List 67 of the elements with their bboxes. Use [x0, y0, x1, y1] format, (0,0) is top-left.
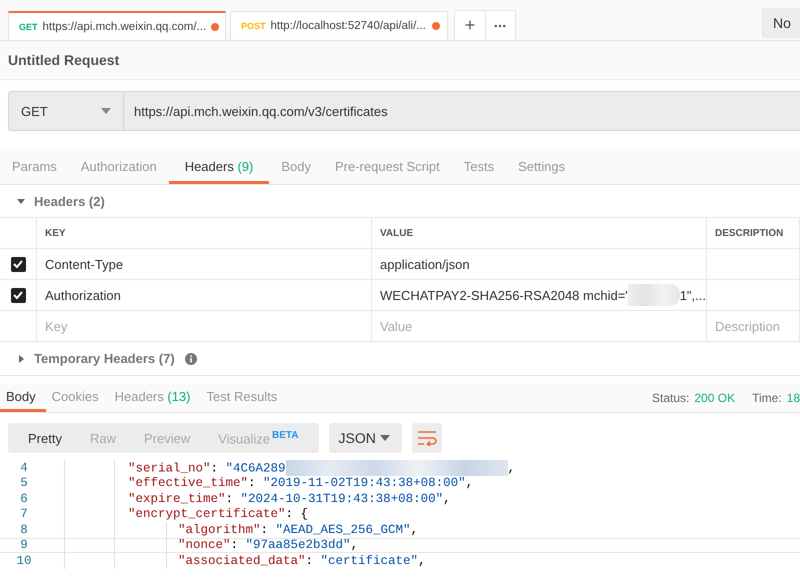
- view-mode-button[interactable]: Visualize$^{BETA}$: [204, 423, 313, 453]
- table-cell: WECHATPAY2-SHA256-RSA2048 mchid=': [380, 288, 628, 302]
- description-input[interactable]: Description: [715, 318, 799, 334]
- column-header: DESCRIPTION: [707, 218, 800, 248]
- table-cell: Authorization: [45, 288, 121, 302]
- checkbox[interactable]: [10, 288, 26, 302]
- response-tab[interactable]: Test Results: [200, 384, 288, 412]
- method-label: POST: [241, 21, 266, 31]
- response-tab[interactable]: Cookies: [46, 384, 109, 412]
- column-header: KEY: [37, 218, 372, 248]
- tab-url: http://localhost:52740/api/ali/...: [270, 20, 427, 32]
- line-number: 10: [15, 554, 32, 568]
- tab-url: https://api.mch.weixin.qq.com/...: [42, 20, 206, 32]
- request-tab[interactable]: Headers (9): [168, 148, 270, 184]
- value-input[interactable]: Value: [380, 318, 706, 334]
- method-label: GET: [19, 22, 38, 32]
- caret-icon: [380, 435, 390, 441]
- checkmark-icon: [12, 258, 24, 270]
- environment-dropdown[interactable]: No: [762, 8, 800, 38]
- request-tab[interactable]: POST http://localhost:52740/api/ali/...: [230, 11, 448, 40]
- unsaved-dot: [211, 22, 220, 30]
- line-number: 4: [19, 460, 29, 475]
- headers-section-toggle[interactable]: Headers (2): [17, 194, 105, 208]
- code-line: "effective_time": "2019-11-02T19:43:38+08:00",: [128, 476, 474, 490]
- time-label: Time:: [752, 391, 782, 405]
- line-number: 5: [19, 476, 29, 490]
- request-tab[interactable]: Pre-request Script: [322, 148, 452, 184]
- table-cell: application/json: [380, 256, 470, 272]
- code-line: "algorithm": "AEAD_AES_256_GCM",: [178, 522, 418, 537]
- line-number: 8: [19, 522, 29, 537]
- checkbox[interactable]: [10, 256, 26, 272]
- checkmark-icon: [12, 289, 24, 301]
- request-tab[interactable]: Params: [0, 148, 69, 184]
- request-tab[interactable]: Authorization: [68, 148, 169, 184]
- response-tab[interactable]: Body: [0, 384, 46, 412]
- line-number: 9: [19, 538, 29, 552]
- column-header: VALUE: [372, 218, 707, 248]
- view-mode-button[interactable]: Pretty: [14, 423, 76, 453]
- request-tab[interactable]: Body: [269, 148, 323, 184]
- code-line: "associated_data": "certificate",: [178, 554, 426, 568]
- code-line: "nonce": "97aa85e2b3dd",: [178, 538, 358, 552]
- blurred-text: [628, 284, 680, 306]
- line-number: 7: [19, 507, 29, 522]
- wrap-lines-button[interactable]: [412, 423, 442, 453]
- time-value: 18: [786, 391, 800, 405]
- request-tab[interactable]: Tests: [452, 148, 506, 184]
- table-cell: 1",...: [680, 288, 706, 302]
- caret-icon: [17, 197, 25, 205]
- more-button[interactable]: •••: [485, 11, 515, 40]
- format-dropdown[interactable]: JSON: [328, 423, 402, 453]
- wrap-icon: [416, 430, 437, 446]
- request-tab[interactable]: GET https://api.mch.weixin.qq.com/...: [8, 11, 226, 40]
- table-cell: Content-Type: [45, 256, 124, 272]
- request-name: Untitled Request: [0, 41, 800, 80]
- key-input[interactable]: Key: [45, 318, 371, 334]
- line-number: 6: [19, 492, 29, 506]
- info-icon[interactable]: [184, 352, 197, 364]
- temporary-headers-toggle[interactable]: Temporary Headers (7): [17, 351, 175, 366]
- unsaved-dot: [432, 22, 440, 30]
- response-tab[interactable]: Headers (13): [108, 384, 200, 412]
- code-line: "expire_time": "2024-10-31T19:43:38+08:00",: [128, 492, 451, 506]
- caret-icon: [17, 354, 25, 362]
- status-value: 200 OK: [694, 391, 736, 405]
- request-tab[interactable]: Settings: [506, 148, 578, 184]
- new-tab-button[interactable]: +: [455, 11, 485, 40]
- code-line: "encrypt_certificate": {: [128, 507, 308, 522]
- status-label: Status:: [652, 391, 690, 405]
